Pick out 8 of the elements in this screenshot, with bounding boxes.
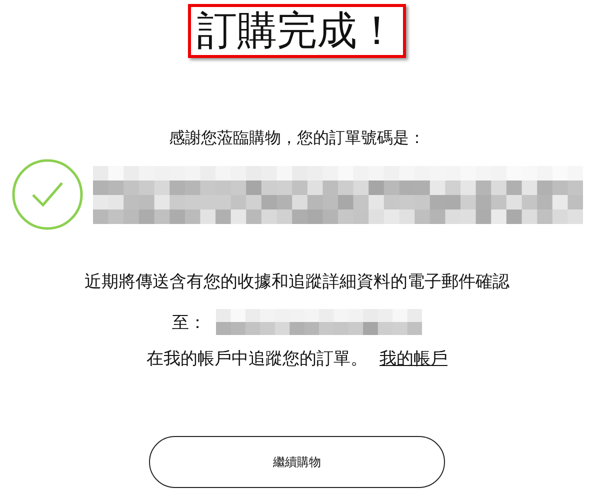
page-title: 訂購完成！ <box>188 4 406 58</box>
my-account-link[interactable]: 我的帳戶 <box>380 347 448 370</box>
thanks-message: 感謝您蒞臨購物，您的訂單號碼是： <box>168 128 426 149</box>
continue-shopping-button[interactable]: 繼續購物 <box>149 436 445 488</box>
email-notice: 近期將傳送含有您的收據和追蹤詳細資料的電子郵件確認 <box>84 271 510 293</box>
track-order-text: 在我的帳戶中追蹤您的訂單。 <box>146 348 368 370</box>
checkmark-icon <box>12 159 83 230</box>
email-label: 至： <box>172 312 206 334</box>
